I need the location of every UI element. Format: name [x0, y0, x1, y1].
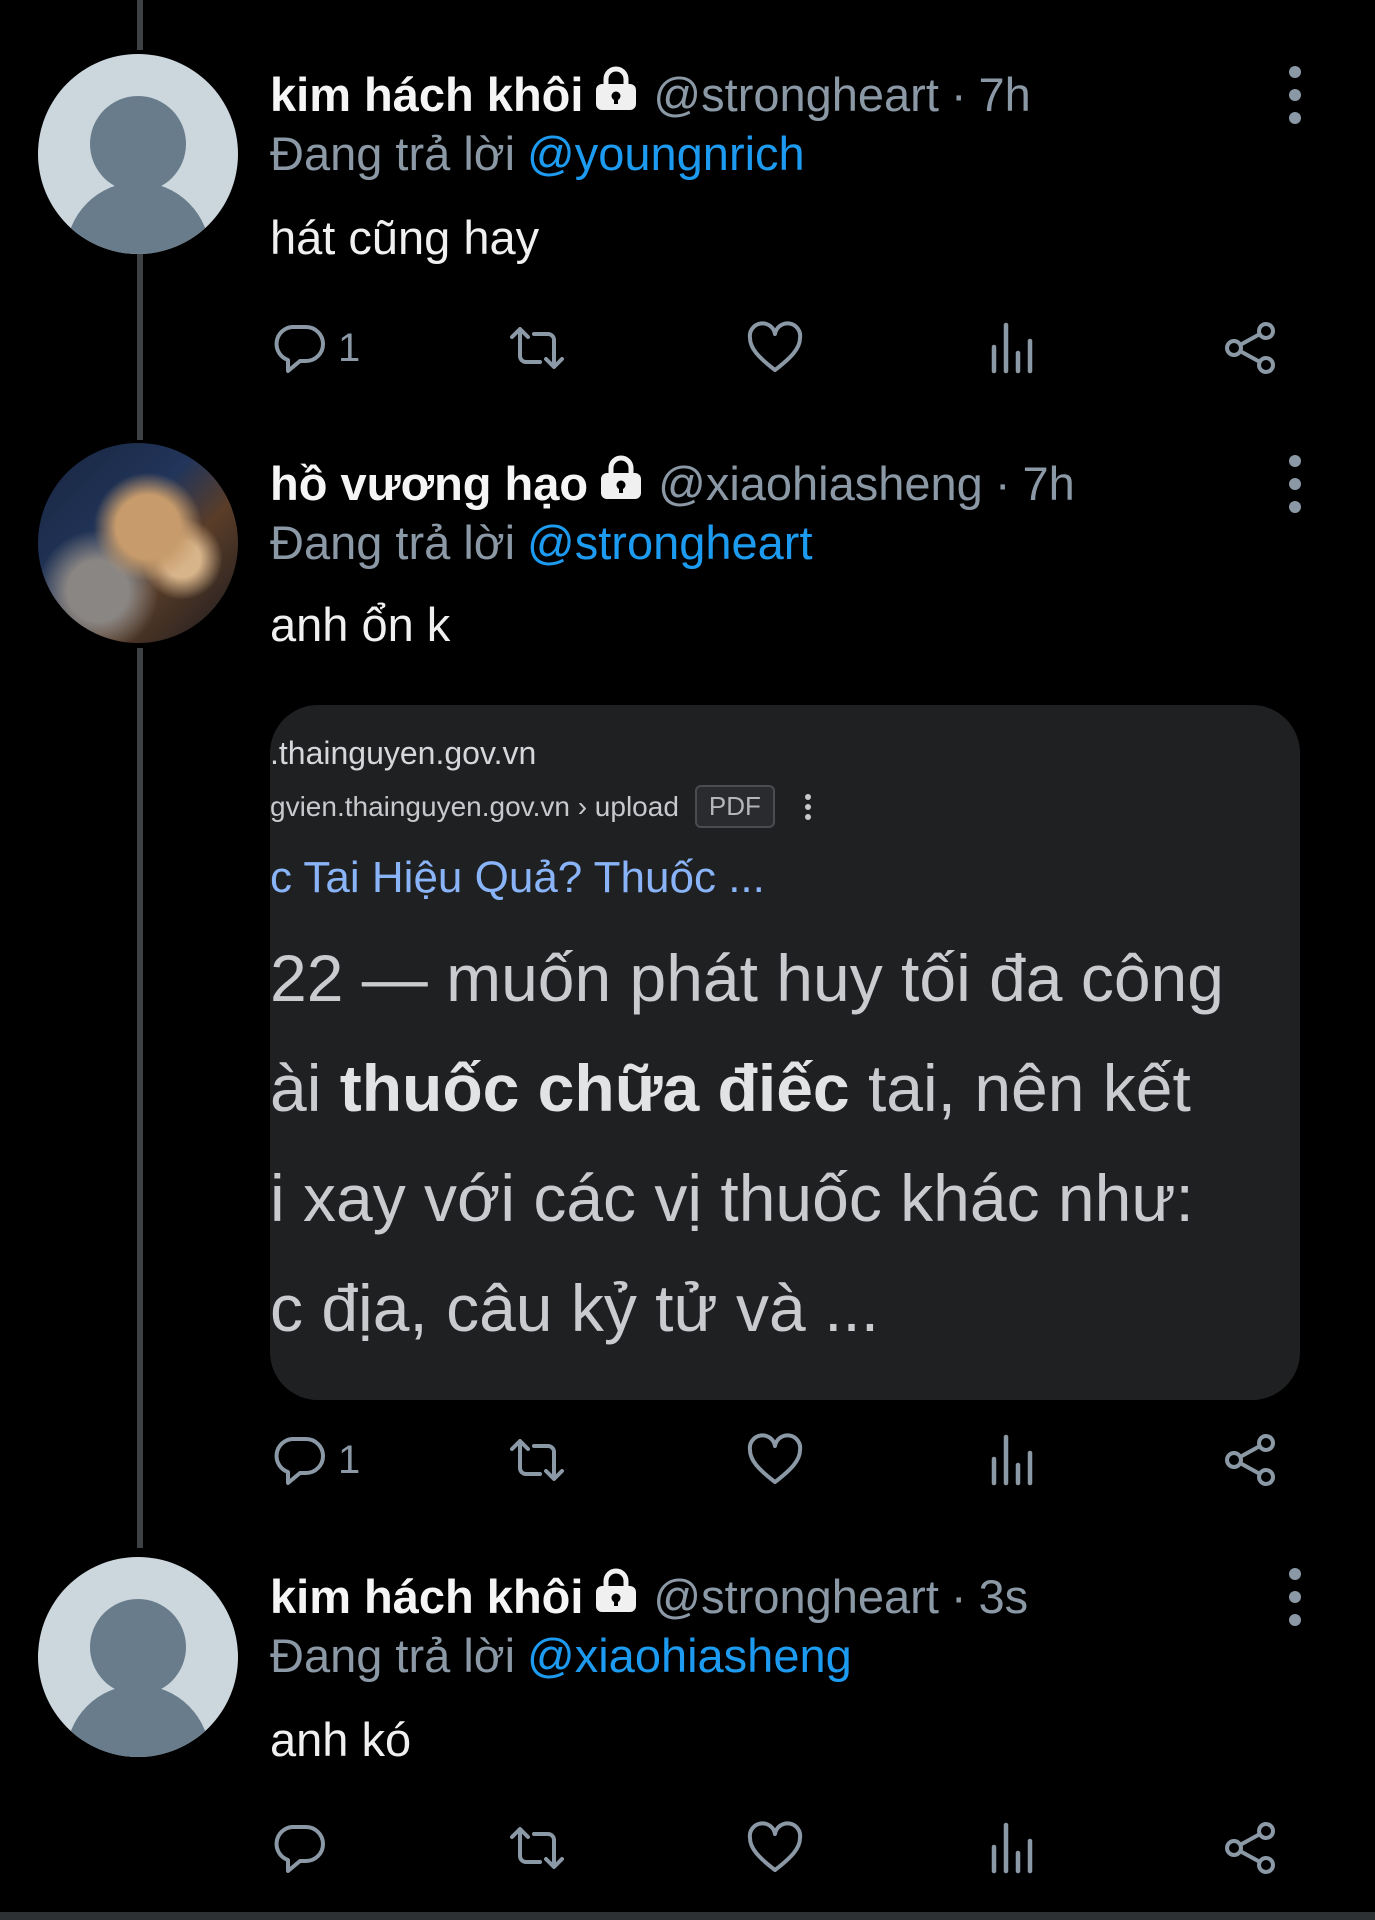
heart-icon — [747, 1821, 803, 1872]
snippet-line-1: 22 — muốn phát huy tối đa công — [270, 941, 1224, 1015]
tweet-header: kim hách khôi @strongheart · 3s — [270, 1565, 1028, 1627]
analytics-icon — [991, 1822, 1033, 1874]
reply-count: 1 — [338, 1437, 361, 1482]
replying-to-label: Đang trả lời — [270, 127, 516, 180]
replying-to-label: Đang trả lời — [270, 1629, 516, 1682]
replying-to: Đang trả lời @xiaohiasheng — [270, 1628, 852, 1683]
snippet-line-3: ́i xay với các vị thuốc khác như: — [270, 1161, 1194, 1235]
views-button[interactable] — [984, 1430, 1042, 1490]
display-name[interactable]: hồ vương hạo — [270, 456, 588, 511]
mention-link[interactable]: @youngnrich — [527, 127, 805, 180]
avatar-photo[interactable] — [38, 443, 238, 643]
share-button[interactable] — [1222, 1818, 1280, 1878]
replying-to: Đang trả lời @strongheart — [270, 515, 813, 570]
tweet-text: anh kó — [270, 1713, 412, 1766]
action-bar — [0, 1818, 1375, 1878]
snippet-line-2: ài thuốc chữa điếc tai, nên kết — [270, 1050, 1191, 1126]
separator-dot: · — [950, 1569, 967, 1623]
action-bar: 1 — [0, 1430, 1375, 1490]
thread-line-2 — [137, 648, 143, 1548]
bottom-divider — [0, 1912, 1375, 1920]
more-options-icon[interactable] — [1280, 66, 1310, 124]
timestamp[interactable]: 7h — [979, 67, 1031, 122]
more-options-icon[interactable] — [1280, 455, 1310, 513]
pdf-badge: PDF — [694, 785, 775, 828]
replying-to: Đang trả lời @youngnrich — [270, 126, 805, 181]
share-button[interactable] — [1222, 318, 1280, 378]
timestamp[interactable]: 7h — [1022, 456, 1074, 511]
timestamp[interactable]: 3s — [979, 1569, 1029, 1624]
tweet-header: hồ vương hạo @xiaohiasheng · 7h — [270, 452, 1075, 514]
mention-link[interactable]: @xiaohiasheng — [527, 1629, 852, 1682]
retweet-button[interactable] — [508, 318, 566, 378]
lock-icon — [596, 66, 637, 110]
reply-button[interactable]: 1 — [270, 1430, 360, 1490]
heart-icon — [747, 321, 803, 372]
display-name[interactable]: kim hách khôi — [270, 67, 583, 122]
display-name[interactable]: kim hách khôi — [270, 1569, 583, 1624]
retweet-icon — [510, 1439, 564, 1481]
tweet-text: hát cũng hay — [270, 211, 540, 264]
reply-button[interactable]: 1 — [270, 318, 360, 378]
search-result-title: ́c Tai Hiệu Quả? Thuốc ... — [270, 853, 765, 902]
avatar-default[interactable] — [38, 54, 238, 254]
snippet-bold: thuốc chữa điếc — [339, 1051, 850, 1125]
heart-icon — [747, 1433, 803, 1484]
tweet-header: kim hách khôi @strongheart · 7h — [270, 63, 1031, 125]
more-options-icon — [804, 793, 811, 820]
search-result-site: .thainguyen.gov.vn — [270, 735, 537, 771]
more-options-icon[interactable] — [1280, 1568, 1310, 1626]
breadcrumb-text: gvien.thainguyen.gov.vn › upload — [270, 790, 679, 822]
share-button[interactable] — [1222, 1430, 1280, 1490]
like-button[interactable] — [746, 318, 804, 378]
avatar-head — [90, 96, 186, 192]
share-icon — [1225, 1434, 1275, 1486]
user-handle[interactable]: @xiaohiasheng — [658, 456, 983, 511]
share-icon — [1225, 322, 1275, 374]
like-button[interactable] — [746, 1818, 804, 1878]
like-button[interactable] — [746, 1430, 804, 1490]
search-result-breadcrumb: gvien.thainguyen.gov.vn › upload PDF — [270, 785, 811, 828]
views-button[interactable] — [984, 1818, 1042, 1878]
separator-dot: · — [950, 67, 967, 121]
retweet-button[interactable] — [508, 1818, 566, 1878]
thread-line-top — [137, 0, 143, 50]
user-handle[interactable]: @strongheart — [653, 67, 938, 122]
avatar-body — [66, 182, 210, 254]
comment-icon — [274, 325, 325, 373]
reply-count: 1 — [338, 325, 361, 370]
tweet-text: anh ổn k — [270, 598, 451, 651]
snippet-line-4: c địa, câu kỷ tử và ... — [270, 1271, 880, 1345]
separator-dot: · — [994, 456, 1011, 510]
reply-button[interactable] — [270, 1818, 338, 1878]
retweet-icon — [510, 327, 564, 369]
analytics-icon — [991, 1434, 1033, 1486]
mention-link[interactable]: @strongheart — [527, 516, 812, 569]
avatar-head — [90, 1599, 186, 1695]
replying-to-label: Đang trả lời — [270, 516, 516, 569]
user-handle[interactable]: @strongheart — [653, 1569, 938, 1624]
retweet-button[interactable] — [508, 1430, 566, 1490]
snippet-text: tai, nên kết — [849, 1051, 1191, 1125]
analytics-icon — [991, 322, 1033, 374]
avatar-default[interactable] — [38, 1557, 238, 1757]
retweet-icon — [510, 1827, 564, 1869]
lock-icon — [601, 455, 642, 499]
attached-image[interactable]: .thainguyen.gov.vn gvien.thainguyen.gov.… — [270, 705, 1300, 1400]
comment-icon — [274, 1825, 325, 1873]
views-button[interactable] — [984, 318, 1042, 378]
avatar-body — [66, 1685, 210, 1757]
comment-icon — [274, 1437, 325, 1485]
action-bar: 1 — [0, 318, 1375, 378]
snippet-text: ài — [270, 1051, 340, 1125]
lock-icon — [596, 1568, 637, 1612]
share-icon — [1225, 1822, 1275, 1874]
